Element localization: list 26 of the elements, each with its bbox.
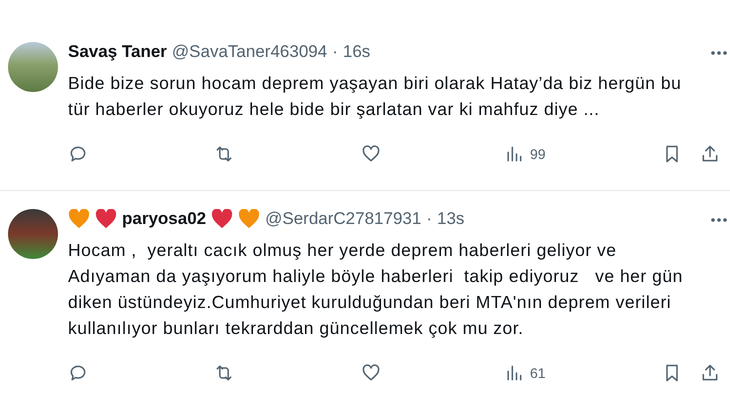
avatar-landscape-photo[interactable] [8, 42, 58, 92]
repost-icon[interactable] [214, 363, 234, 383]
heart-icon [211, 209, 234, 229]
reply-icon[interactable] [68, 363, 88, 383]
timestamp[interactable]: 16s [342, 42, 370, 62]
avatar-photo[interactable] [8, 209, 58, 259]
timestamp[interactable]: 13s [437, 209, 464, 229]
share-icon[interactable] [700, 363, 720, 383]
separator-dot: · [426, 209, 432, 229]
heart-icon [95, 209, 117, 229]
display-name[interactable]: paryosa02 [122, 209, 206, 229]
tweet-text: Hocam , yeraltı cacık olmuş her yerde deprem haberleri geliyor ve Adıyaman da yaşıyorum haliyle böyle haberleri takip ediyoruz ve her gün diken üstündeyiz.Cumhuriyet kurulduğundan beri MTA'nın deprem verileri kullanılıyor bunları tekrarddan güncellemek çok mu zor. [68, 239, 684, 340]
views-count: 99 [530, 146, 546, 162]
reply-icon[interactable] [68, 144, 88, 164]
like-icon[interactable] [361, 363, 381, 383]
user-handle[interactable]: @SerdarC27817931 [265, 209, 422, 229]
display-name[interactable]: Savaş Taner [68, 42, 167, 62]
heart-icon [238, 209, 260, 229]
views-count: 61 [530, 365, 546, 381]
tweet-text: Bide bize sorun hocam deprem yaşayan biri olarak Hatay’da biz hergün bu tür haberler okuyoruz hele bide bir şarlatan var ki mahfuz diye ... [68, 72, 682, 121]
repost-icon[interactable] [214, 144, 234, 164]
user-handle[interactable]: @SavaTaner463094 [172, 42, 328, 62]
heart-icon [68, 209, 90, 229]
separator-dot: · [332, 42, 338, 62]
like-icon[interactable] [361, 144, 381, 164]
share-icon[interactable] [700, 144, 720, 164]
